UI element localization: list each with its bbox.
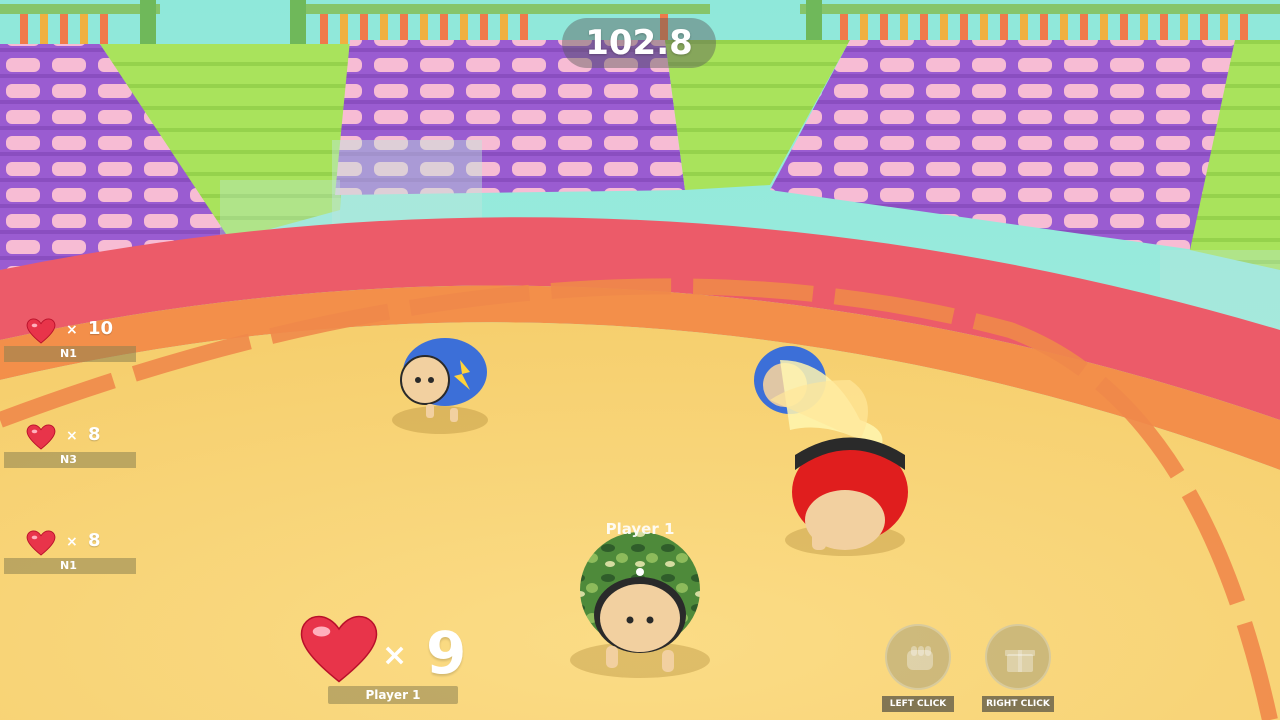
player-name: N1 [4,346,136,362]
multiplier-sign: × [66,428,78,444]
player-nametag: Player 1 [605,520,675,538]
scoreboard-entry: × 8 N3 [4,424,136,484]
arena-scene [0,0,1280,720]
heart-icon [26,530,56,556]
player-name: Player 1 [328,686,458,704]
player-name: N3 [4,452,136,468]
right-click-label: RIGHT CLICK [982,696,1054,712]
player-lives-count: 9 [426,619,467,687]
scoreboard-entry: × 8 N1 [4,530,136,590]
round-timer: 102.8 [562,18,716,68]
fist-icon [907,646,933,670]
multiplier-sign: × [66,322,78,338]
scoreboard-entry: × 10 N1 [4,318,136,378]
left-click-label: LEFT CLICK [882,696,954,712]
player-lives-panel: × 9 Player 1 [296,612,476,712]
heart-icon [26,424,56,450]
left-click-action[interactable]: LEFT CLICK [882,624,954,716]
gift-icon [1005,650,1035,672]
lives-count: 8 [88,424,101,445]
right-click-action[interactable]: RIGHT CLICK [982,624,1054,716]
multiplier-sign: × [66,534,78,550]
left-action-button[interactable] [885,624,951,690]
lives-count: 10 [88,318,114,339]
heart-icon [26,318,56,344]
lives-count: 8 [88,530,101,551]
player-name: N1 [4,558,136,574]
multiplier-sign: × [382,638,408,673]
right-action-button[interactable] [985,624,1051,690]
heart-icon [300,615,378,683]
